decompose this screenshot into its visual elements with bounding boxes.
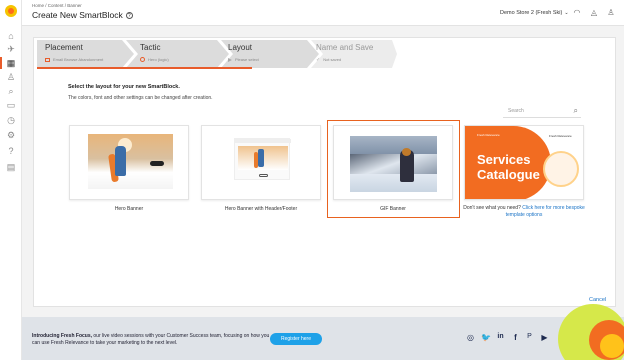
hero-header-footer-thumbnail <box>234 138 291 180</box>
pinterest-icon[interactable]: P <box>525 333 534 340</box>
profile-icon[interactable]: ♙ <box>606 8 616 18</box>
linkedin-icon[interactable]: in <box>496 333 505 340</box>
thumb-header-shape <box>235 139 291 143</box>
home-icon[interactable]: ⌂ <box>6 31 16 41</box>
bespoke-caption-text: Don't see what you need? <box>463 205 521 211</box>
promo-text: Introducing Fresh Focus, our live video … <box>32 333 272 347</box>
layout-tile-gif-banner[interactable] <box>333 125 453 200</box>
left-nav-rail: ⌂ ✈ ▦ ♙ ⌕ ▭ ◷ ⚙ ? ▤ <box>0 0 22 360</box>
thumb-brand-2: Fresh Relevance <box>549 134 572 138</box>
page-header: Home / Content / Banner Create New Smart… <box>22 0 624 26</box>
search-field[interactable]: Search ⌕ <box>503 105 581 118</box>
decorative-circle-shape <box>543 151 579 187</box>
step-sub: Please select <box>228 57 259 62</box>
step-sub-text: Not saved <box>323 57 342 62</box>
youtube-icon[interactable]: ▶ <box>540 333 549 342</box>
step-label: Tactic <box>140 43 161 52</box>
thumb-image-shape <box>238 146 288 170</box>
help-circle-icon[interactable]: ? <box>125 12 133 20</box>
bespoke-caption: Don't see what you need? Click here for … <box>462 205 586 219</box>
step-sub: Email Browse Abandonment <box>45 57 103 62</box>
layout-tile-bespoke[interactable]: Fresh Relevance Fresh Relevance Services… <box>464 125 584 200</box>
store-selector[interactable]: Demo Store 2 (Fresh Ski) ⌄ <box>500 10 569 16</box>
step-sub: ✓ Not saved <box>316 57 341 63</box>
instagram-icon[interactable]: ◎ <box>466 333 475 342</box>
tile-caption: Hero Banner <box>114 206 144 212</box>
fresh-relevance-logo[interactable] <box>5 5 17 17</box>
decorative-circle-yellow <box>600 334 624 358</box>
mountain-shape <box>350 154 437 174</box>
promo-bold: Introducing Fresh Focus, <box>32 333 93 339</box>
store-name: Demo Store 2 (Fresh Ski) <box>500 10 563 16</box>
tile-caption: Hero Banner with Header/Footer <box>224 206 298 212</box>
hero-banner-thumbnail <box>88 134 173 189</box>
thumb-button-shape <box>259 174 268 177</box>
tile-caption: GIF Banner <box>380 206 406 212</box>
services-catalogue-thumbnail: Fresh Relevance Fresh Relevance Services… <box>465 126 583 199</box>
stepper-progress-bar <box>37 67 252 69</box>
register-button[interactable]: Register here <box>270 333 322 345</box>
promo-footer: Introducing Fresh Focus, our live video … <box>22 317 624 360</box>
gif-banner-thumbnail <box>350 136 437 192</box>
chevron-down-icon: ⌄ <box>564 10 569 16</box>
step-label: Name and Save <box>316 43 374 52</box>
search-input[interactable]: Search <box>508 108 524 114</box>
page-title-text: Create New SmartBlock <box>32 10 123 20</box>
step-label: Placement <box>45 43 83 52</box>
step-name-and-save[interactable]: Name and Save ✓ Not saved <box>316 38 396 66</box>
cancel-button[interactable]: Cancel <box>589 297 606 303</box>
bell-icon[interactable]: ◬ <box>589 8 599 18</box>
breadcrumb[interactable]: Home / Content / Banner <box>32 3 82 8</box>
step-layout[interactable]: Layout Please select <box>228 38 308 66</box>
gear-icon[interactable]: ⚙ <box>6 130 16 140</box>
thumb-title-1: Services <box>477 152 531 167</box>
intro-subtext: The colors, font and other settings can … <box>68 95 213 101</box>
thumb-brand: Fresh Relevance <box>477 133 500 137</box>
active-nav-indicator <box>0 57 2 69</box>
rocket-icon[interactable]: ✈ <box>6 44 16 54</box>
layout-tile-hero-banner-header-footer[interactable] <box>201 125 321 200</box>
twitter-icon[interactable]: 🐦 <box>481 333 491 342</box>
page-title: Create New SmartBlock? <box>32 10 133 20</box>
user-icon[interactable]: ♙ <box>6 72 16 82</box>
help-icon[interactable]: ? <box>6 146 16 156</box>
step-label: Layout <box>228 43 253 52</box>
step-tactic[interactable]: Tactic Hero (logic) <box>140 38 220 66</box>
search-nav-icon[interactable]: ⌕ <box>6 86 16 96</box>
intro-heading: Select the layout for your new SmartBloc… <box>68 84 180 90</box>
step-sub-text: Hero (logic) <box>148 57 169 62</box>
play-icon <box>228 57 232 62</box>
thumb-title-2: Catalogue <box>477 167 540 182</box>
main-card: Placement Email Browse Abandonment Tacti… <box>33 37 616 307</box>
layout-tile-hero-banner[interactable] <box>69 125 189 200</box>
step-sub: Hero (logic) <box>140 57 169 63</box>
step-sub-text: Please select <box>235 57 259 62</box>
step-placement[interactable]: Placement Email Browse Abandonment <box>45 38 125 66</box>
facebook-icon[interactable]: f <box>511 333 520 342</box>
step-sub-text: Email Browse Abandonment <box>53 57 104 62</box>
thumb-button-shape <box>150 161 164 166</box>
skier-shape <box>115 146 126 176</box>
support-icon[interactable]: ◠ <box>572 8 582 18</box>
check-icon: ✓ <box>316 57 321 63</box>
inbox-icon[interactable]: ▭ <box>6 100 16 110</box>
cart-icon[interactable]: ▤ <box>6 162 16 172</box>
envelope-icon <box>45 57 50 62</box>
content-icon[interactable]: ▦ <box>6 58 16 68</box>
clock-icon[interactable]: ◷ <box>6 115 16 125</box>
target-icon <box>140 57 145 63</box>
search-icon[interactable]: ⌕ <box>574 106 578 116</box>
hood-shape <box>402 148 411 156</box>
